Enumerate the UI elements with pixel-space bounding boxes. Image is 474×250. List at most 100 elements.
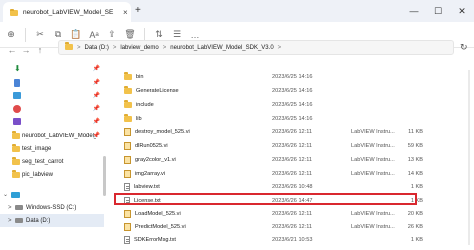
folder-icon [12,131,20,139]
file-size: 13 KB [407,156,423,163]
sidebar-item-videos[interactable]: 📌 [0,115,104,128]
sidebar-item-neurobot[interactable]: neurobot_LabVIEW_Model_SDI 📌 [0,129,104,142]
file-size: 1 KB [410,236,423,243]
sidebar-scrollbar[interactable] [103,156,106,196]
sidebar-item-label: neurobot_LabVIEW_Model_SDI [22,132,96,139]
new-tab-button[interactable]: + [135,5,141,16]
file-row[interactable]: include 2023/6/25 14:16 [107,99,474,110]
labview-file-icon [124,155,131,164]
file-date: 2023/6/26 10:48 [272,183,313,190]
file-date: 2023/6/26 12:11 [272,170,313,177]
file-size: 1 KB [410,183,423,190]
file-row[interactable]: img2array.vi 2023/6/26 12:11 LabVIEW Instr… [107,168,474,179]
sidebar-item-label: seg_test_carrot [22,158,64,165]
folder-icon [124,100,132,108]
title-bar: neurobot_LabVIEW_Model_SE × + — ☐ ✕ [0,0,474,22]
file-date: 2023/6/26 12:11 [272,142,313,149]
folder-icon [12,144,20,152]
drive-icon [15,205,23,210]
breadcrumb-sdk-folder[interactable]: neurobot_LabVIEW_Model_SDK_V3.0 [170,45,273,51]
video-icon [13,118,21,125]
file-name-cell: img2array.vi [124,169,165,178]
labview-file-icon [124,169,131,178]
file-name: dlRun0525.vi [135,142,168,149]
folder-icon [124,72,132,80]
file-row[interactable]: destroy_model_525.vi 2023/6/26 12:11 LabVI… [107,126,474,137]
file-size: 20 KB [407,210,423,217]
sidebar-item-downloads[interactable]: ⬇ 📌 [0,62,104,75]
download-icon: ⬇ [14,64,21,73]
sidebar-item-data-d[interactable]: > Data (D:) [0,214,104,227]
file-name-cell: GenerateLicense [124,86,179,94]
file-row[interactable]: lib 2023/6/25 14:16 [107,113,474,124]
forward-icon[interactable]: → [19,43,33,57]
breadcrumb-drive[interactable]: Data (D:) [85,45,109,51]
drive-icon [15,218,23,223]
up-icon[interactable]: ↑ [33,43,47,57]
sidebar-item-label: test_image [22,145,52,152]
file-date: 2023/6/21 10:53 [272,236,313,243]
tab-title: neurobot_LabVIEW_Model_SE [23,8,114,16]
address-bar[interactable]: > Data (D:) > labview_demo > neurobot_La… [58,40,454,55]
close-button[interactable]: ✕ [450,0,474,22]
sidebar-item-label: Windows-SSD (C:) [26,204,77,211]
breadcrumb-separator: > [112,44,117,51]
file-name-cell: PredictModel_525.vi [124,222,186,231]
pin-icon: 📌 [92,93,100,99]
sidebar-item-pic-labview[interactable]: pic_labview [0,168,104,181]
file-row[interactable]: labview.txt 2023/6/26 10:48 1 KB [107,181,474,192]
file-row[interactable]: dlRun0525.vi 2023/6/26 12:11 LabVIEW Instr… [107,140,474,151]
file-row[interactable]: bin 2023/6/25 14:16 [107,71,474,82]
chevron-right-icon[interactable]: > [8,218,12,224]
pin-icon: 📌 [92,106,100,112]
file-name: GenerateLicense [136,87,179,94]
sidebar-item-windows-ssd[interactable]: > Windows-SSD (C:) [0,201,104,214]
breadcrumb-separator: > [277,44,282,51]
this-pc-icon [11,191,20,198]
file-size: 59 KB [407,142,423,149]
sidebar-item-seg-test-carrot[interactable]: seg_test_carrot [0,155,104,168]
file-row[interactable]: GenerateLicense 2023/6/25 14:16 [107,85,474,96]
highlight-box [114,193,417,205]
file-row[interactable]: LoadModel_525.vi 2023/6/26 12:11 LabVIEW I… [107,208,474,219]
file-name-cell: dlRun0525.vi [124,141,168,150]
text-file-icon [124,182,130,191]
chevron-down-icon: ⌄ [3,192,9,198]
folder-icon [12,170,20,178]
file-list-scrollbar[interactable] [468,70,470,245]
folder-icon [124,114,132,122]
pin-icon: 📌 [92,80,100,86]
sidebar-item-music[interactable]: 📌 [0,102,104,115]
file-date: 2023/6/26 12:11 [272,156,313,163]
file-name-cell: SDKErrorMsg.txt [124,235,176,244]
file-date: 2023/6/25 14:16 [272,73,313,80]
labview-file-icon [124,141,131,150]
sidebar-item-this-pc[interactable]: ⌄ [0,188,104,201]
file-explorer-window: neurobot_LabVIEW_Model_SE × + — ☐ ✕ ⊕ ✂ … [0,0,474,250]
file-name: LoadModel_525.vi [135,210,181,217]
file-name-cell: LoadModel_525.vi [124,209,181,218]
file-name-cell: include [124,100,154,108]
refresh-icon[interactable]: ↻ [460,42,468,53]
minimize-button[interactable]: — [402,0,426,22]
back-icon[interactable]: ← [5,43,19,57]
maximize-button[interactable]: ☐ [426,0,450,22]
tab-close-button[interactable]: × [123,8,128,17]
file-name: PredictModel_525.vi [135,223,186,230]
breadcrumb-labview-demo[interactable]: labview_demo [120,45,158,51]
sidebar-item-documents[interactable]: 📌 [0,76,104,89]
file-date: 2023/6/26 12:11 [272,223,313,230]
file-row[interactable]: gray2color_v1.vi 2023/6/26 12:11 LabVIEW I… [107,154,474,165]
sidebar-item-test-image[interactable]: test_image [0,142,104,155]
breadcrumb-separator: > [77,44,81,51]
sidebar-item-pictures[interactable]: 📌 [0,89,104,102]
window-controls: — ☐ ✕ [402,0,474,22]
file-row[interactable]: SDKErrorMsg.txt 2023/6/21 10:53 1 KB [107,234,474,245]
file-name-cell: lib [124,114,142,122]
labview-file-icon [124,209,131,218]
file-row[interactable]: PredictModel_525.vi 2023/6/26 12:11 LabVIE… [107,221,474,232]
file-name: include [136,101,154,108]
file-date: 2023/6/26 12:11 [272,210,313,217]
tab-folder[interactable]: neurobot_LabVIEW_Model_SE × [3,2,131,22]
chevron-right-icon[interactable]: > [8,205,12,211]
